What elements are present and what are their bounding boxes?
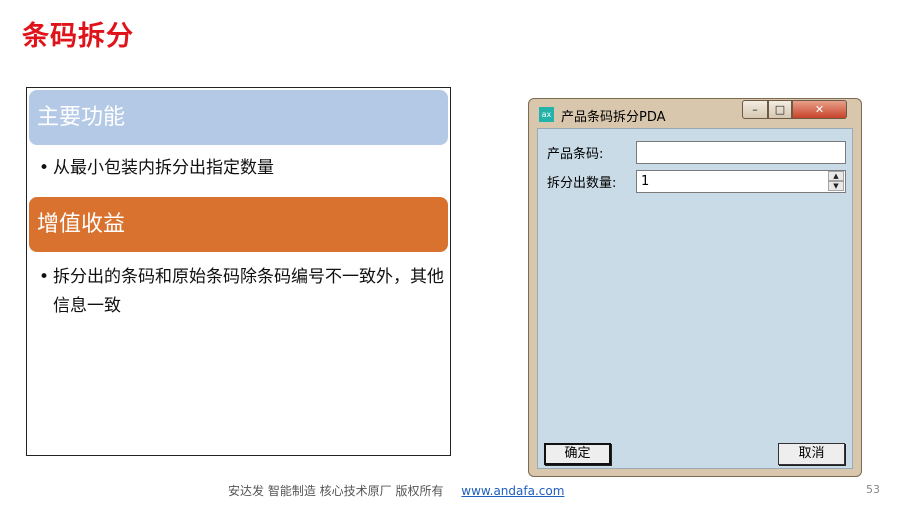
content-panel: 主要功能 • 从最小包装内拆分出指定数量 增值收益 • 拆分出的条码和原始条码除… — [26, 87, 451, 456]
app-logo-icon: ax — [539, 107, 554, 122]
bullet-dot: • — [39, 158, 50, 178]
barcode-input[interactable] — [636, 141, 846, 164]
section-heading-main-function: 主要功能 — [29, 90, 448, 145]
page-number: 53 — [866, 483, 880, 496]
barcode-split-dialog: ax 产品条码拆分PDA – □ ✕ 产品条码: 拆分出数量: 1 ▲ ▼ 确定… — [528, 98, 862, 477]
ok-button[interactable]: 确定 — [544, 443, 611, 465]
spin-up-icon[interactable]: ▲ — [828, 171, 844, 181]
window-title: 产品条码拆分PDA — [561, 110, 666, 125]
close-button[interactable]: ✕ — [792, 100, 847, 119]
quantity-label: 拆分出数量: — [547, 176, 617, 191]
footer: 安达发 智能制造 核心技术原厂 版权所有 www.andafa.com — [228, 482, 564, 499]
slide-title: 条码拆分 — [22, 21, 134, 52]
quantity-value: 1 — [641, 174, 650, 189]
cancel-button[interactable]: 取消 — [778, 443, 845, 465]
bullet-dot: • — [39, 267, 50, 287]
maximize-button[interactable]: □ — [768, 100, 792, 119]
minimize-button[interactable]: – — [742, 100, 768, 119]
quantity-stepper[interactable]: 1 ▲ ▼ — [636, 170, 846, 193]
bullet-text: 从最小包装内拆分出指定数量 — [53, 158, 274, 178]
website-link[interactable]: www.andafa.com — [461, 484, 564, 498]
dialog-client-area: 产品条码: 拆分出数量: 1 ▲ ▼ 确定 取消 — [537, 128, 853, 469]
footer-text: 安达发 智能制造 核心技术原厂 版权所有 — [228, 484, 444, 498]
barcode-label: 产品条码: — [547, 147, 604, 162]
bullet-item: • 拆分出的条码和原始条码除条码编号不一致外，其他信息一致 — [39, 263, 444, 321]
window-titlebar[interactable]: ax 产品条码拆分PDA – □ ✕ — [529, 99, 861, 127]
spin-down-icon[interactable]: ▼ — [828, 181, 844, 191]
section-heading-value-added: 增值收益 — [29, 197, 448, 252]
bullet-text: 拆分出的条码和原始条码除条码编号不一致外，其他信息一致 — [53, 267, 444, 316]
bullet-item: • 从最小包装内拆分出指定数量 — [39, 154, 444, 183]
